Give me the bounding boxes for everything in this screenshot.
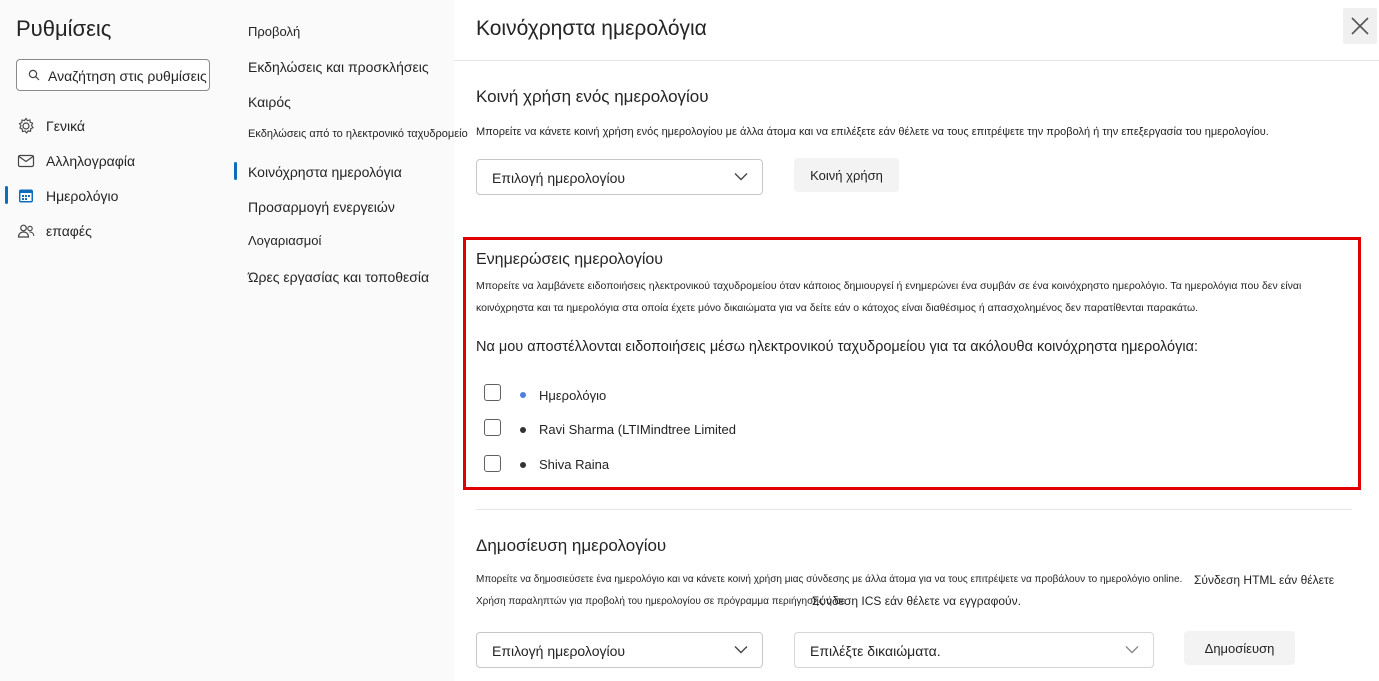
publish-html-link-text: Σύνδεση HTML εάν θέλετε <box>1194 573 1335 587</box>
updates-description-line1: Μπορείτε να λαμβάνετε ειδοποιήσεις ηλεκτ… <box>476 280 1302 292</box>
subnav-selected-indicator <box>234 162 237 180</box>
updates-description-line2: κοινόχρηστα και τα ημερολόγια στα οποία … <box>476 302 1199 314</box>
updates-section-title: Ενημερώσεις ημερολογίου <box>476 251 664 268</box>
calendar-color-dot <box>520 427 526 433</box>
category-mail[interactable]: Αλληλογραφία <box>16 150 135 172</box>
chevron-down-icon <box>734 173 748 181</box>
dropdown-value: Επιλέξτε δικαιώματα. <box>810 643 941 659</box>
close-button[interactable] <box>1343 8 1377 44</box>
mail-icon <box>16 151 36 171</box>
calendar-name: Shiva Raina <box>539 457 610 472</box>
page-title: Κοινόχρηστα ημερολόγια <box>476 17 707 40</box>
dropdown-value: Επιλογή ημερολογίου <box>492 643 626 659</box>
share-calendar-dropdown[interactable]: Επιλογή ημερολογίου <box>476 159 763 195</box>
settings-categories-pane: Ρυθμίσεις Αναζήτηση στις ρυθμίσεις Γενικ… <box>0 0 235 681</box>
updates-subheading: Να μου αποστέλλονται ειδοποιήσεις μέσω η… <box>476 339 1199 355</box>
category-label: Ημερολόγιο <box>46 188 119 204</box>
chevron-down-icon <box>1125 646 1139 654</box>
calendar-color-dot <box>520 392 526 398</box>
share-section-title: Κοινή χρήση ενός ημερολογίου <box>476 87 709 106</box>
header-divider <box>454 60 1379 61</box>
category-label: επαφές <box>46 223 92 239</box>
subnav-weather[interactable]: Καιρός <box>248 94 291 110</box>
publish-button[interactable]: Δημοσίευση <box>1184 631 1295 665</box>
gear-icon <box>16 116 36 136</box>
subnav-work-hours-location[interactable]: Ώρες εργασίας και τοποθεσία <box>248 269 429 285</box>
close-icon <box>1351 17 1369 35</box>
calendar-color-dot <box>520 462 526 468</box>
share-button[interactable]: Κοινή χρήση <box>794 158 899 192</box>
dropdown-value: Επιλογή ημερολογίου <box>492 170 626 186</box>
search-icon <box>28 69 40 81</box>
publish-description-line1: Μπορείτε να δημοσιεύσετε ένα ημερολόγιο … <box>476 574 1183 585</box>
calendar-name: Ημερολόγιο <box>539 388 607 403</box>
section-divider <box>476 509 1352 510</box>
publish-permissions-dropdown[interactable]: Επιλέξτε δικαιώματα. <box>794 632 1154 668</box>
highlight-box <box>463 237 1361 490</box>
publish-description-line2: Χρήση παραληπτών για προβολή του ημερολο… <box>476 596 846 607</box>
calendar-checkbox[interactable] <box>484 455 501 472</box>
publish-ics-link-text: Σύνδεση ICS εάν θέλετε να εγγραφούν. <box>812 594 1021 608</box>
subnav-customize-actions[interactable]: Προσαρμογή ενεργειών <box>248 199 395 215</box>
calendar-checkbox[interactable] <box>484 384 501 401</box>
category-label: Αλληλογραφία <box>46 153 136 169</box>
subnav-shared-calendars[interactable]: Κοινόχρηστα ημερολόγια <box>248 164 402 180</box>
chevron-down-icon <box>734 646 748 654</box>
search-text: Αναζήτηση στις ρυθμίσεις <box>48 68 207 84</box>
settings-search-input[interactable]: Αναζήτηση στις ρυθμίσεις <box>16 59 210 91</box>
subnav-accounts[interactable]: Λογαριασμοί <box>248 233 321 248</box>
selected-indicator <box>5 186 8 204</box>
calendar-name: Ravi Sharma (LTIMindtree Limited <box>539 422 736 437</box>
calendar-icon <box>16 186 36 206</box>
subnav-events-from-email[interactable]: Εκδηλώσεις από το ηλεκτρονικό ταχυδρομεί… <box>248 128 468 140</box>
publish-calendar-dropdown[interactable]: Επιλογή ημερολογίου <box>476 632 763 668</box>
category-label: Γενικά <box>46 118 85 134</box>
category-general[interactable]: Γενικά <box>16 115 85 137</box>
share-description: Μπορείτε να κάνετε κοινή χρήση ενός ημερ… <box>476 126 1269 138</box>
calendar-checkbox[interactable] <box>484 419 501 436</box>
people-icon <box>16 221 36 241</box>
subnav-events-invitations[interactable]: Εκδηλώσεις και προσκλήσεις <box>248 59 429 75</box>
category-calendar[interactable]: Ημερολόγιο <box>16 185 118 207</box>
publish-section-title: Δημοσίευση ημερολογίου <box>476 536 667 555</box>
category-people[interactable]: επαφές <box>16 220 92 242</box>
subnav-view[interactable]: Προβολή <box>248 24 300 39</box>
settings-title: Ρυθμίσεις <box>16 16 112 41</box>
